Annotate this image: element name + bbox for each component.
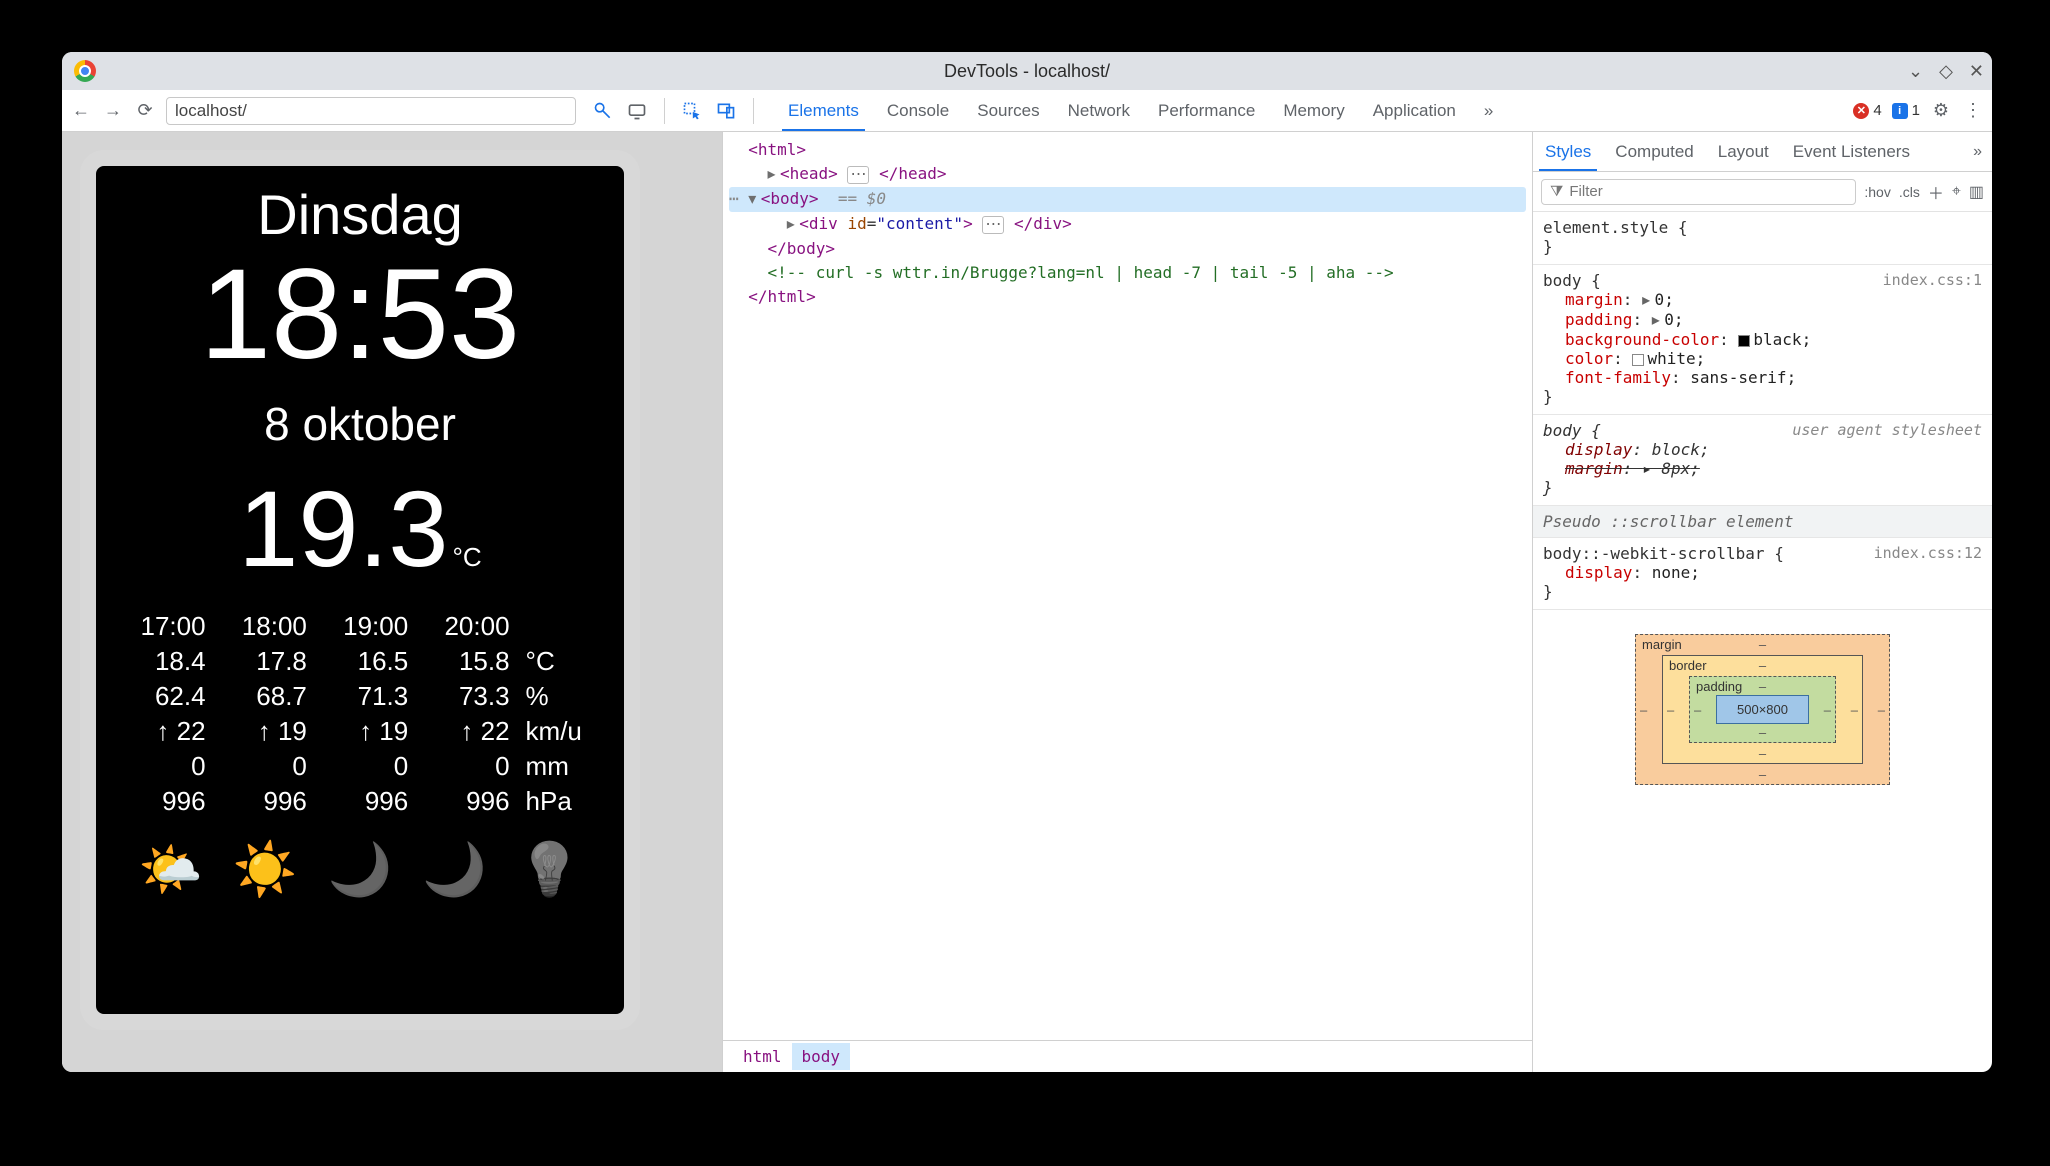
- styles-pane: Styles Computed Layout Event Listeners »…: [1532, 132, 1992, 1072]
- temp-unit: °C: [453, 542, 482, 572]
- error-badge[interactable]: ✕ 4: [1853, 102, 1881, 119]
- tab-application[interactable]: Application: [1359, 90, 1470, 131]
- device-toolbar-icon[interactable]: [715, 100, 737, 122]
- panel-layout-icon[interactable]: ▥: [1969, 182, 1984, 202]
- toggle-cls[interactable]: .cls: [1899, 184, 1920, 200]
- tab-console[interactable]: Console: [873, 90, 963, 131]
- forecast-table: 17:00 18:00 19:00 20:00 18.4 17.8 16.5 1…: [114, 609, 606, 819]
- sun-cloud-icon: 🌤️: [138, 839, 203, 900]
- dom-node[interactable]: <html>: [729, 138, 1526, 162]
- styles-tabs-overflow[interactable]: »: [1963, 143, 1992, 161]
- nav-back-icon[interactable]: ←: [70, 100, 92, 122]
- url-text: localhost/: [175, 101, 247, 121]
- rule-source[interactable]: index.css:1: [1883, 271, 1982, 289]
- filter-icon: ⧩: [1550, 183, 1563, 200]
- tab-memory[interactable]: Memory: [1269, 90, 1358, 131]
- device-frame: Dinsdag 18:53 8 oktober 19.3°C 17:00 18:…: [80, 150, 640, 1030]
- url-input[interactable]: localhost/: [166, 97, 576, 125]
- dom-node[interactable]: </body>: [729, 237, 1526, 261]
- stab-styles[interactable]: Styles: [1533, 132, 1603, 171]
- rule-source[interactable]: index.css:12: [1874, 544, 1982, 562]
- styles-tabs: Styles Computed Layout Event Listeners »: [1533, 132, 1992, 172]
- info-dot-icon: i: [1892, 103, 1908, 119]
- rule-element-style[interactable]: element.style { }: [1533, 212, 1992, 265]
- toggle-hov[interactable]: :hov: [1864, 184, 1890, 200]
- reload-icon[interactable]: ⟳: [134, 100, 156, 122]
- temp-value: 19.3: [238, 468, 448, 589]
- sun-icon: ☀️: [233, 839, 298, 900]
- titlebar: DevTools - localhost/ ⌄ ◇ ✕: [62, 52, 1992, 90]
- devtools-tabs: Elements Console Sources Network Perform…: [774, 90, 1507, 131]
- css-rules[interactable]: element.style { } index.css:1 body { mar…: [1533, 212, 1992, 1072]
- breadcrumb-html[interactable]: html: [733, 1043, 792, 1070]
- elements-tree-pane: <html> ▸ <head> ⋯ </head> ⋯ ▾ <body> == …: [722, 132, 1532, 1072]
- error-dot-icon: ✕: [1853, 103, 1869, 119]
- screencast-icon[interactable]: [626, 100, 648, 122]
- dom-comment[interactable]: <!-- curl -s wttr.in/Brugge?lang=nl | he…: [729, 261, 1526, 285]
- tab-performance[interactable]: Performance: [1144, 90, 1269, 131]
- dom-breadcrumb: htmlbody: [723, 1040, 1532, 1072]
- rule-body-ua[interactable]: user agent stylesheet body { display: bl…: [1533, 415, 1992, 506]
- kebab-menu-icon[interactable]: ⋮: [1962, 100, 1984, 122]
- stab-layout[interactable]: Layout: [1706, 132, 1781, 171]
- inspect-element-icon[interactable]: [681, 100, 703, 122]
- stab-event-listeners[interactable]: Event Listeners: [1781, 132, 1922, 171]
- dom-tree[interactable]: <html> ▸ <head> ⋯ </head> ⋯ ▾ <body> == …: [723, 132, 1532, 1040]
- weekday-label: Dinsdag: [257, 182, 462, 247]
- info-badge[interactable]: i 1: [1892, 102, 1920, 119]
- brush-icon[interactable]: ⌖: [1952, 183, 1961, 201]
- settings-icon[interactable]: ⚙: [1930, 100, 1952, 122]
- devtools-window: DevTools - localhost/ ⌄ ◇ ✕ ← → ⟳ localh…: [62, 52, 1992, 1072]
- nav-forward-icon[interactable]: →: [102, 100, 124, 122]
- moon-icon: 🌙: [422, 839, 487, 900]
- bulb-icon: 💡: [517, 839, 582, 900]
- tab-sources[interactable]: Sources: [963, 90, 1053, 131]
- error-count: 4: [1873, 102, 1881, 119]
- main-area: Dinsdag 18:53 8 oktober 19.3°C 17:00 18:…: [62, 132, 1992, 1072]
- rule-source: user agent stylesheet: [1792, 421, 1982, 439]
- dom-node[interactable]: ▸ <head> ⋯ </head>: [729, 162, 1526, 187]
- styles-filter-row: ⧩ Filter :hov .cls ＋ ⌖ ▥: [1533, 172, 1992, 212]
- moon-icon: 🌙: [328, 839, 393, 900]
- table-row: 17:00 18:00 19:00 20:00: [114, 609, 606, 644]
- tab-network[interactable]: Network: [1054, 90, 1144, 131]
- weather-icons-row: 🌤️ ☀️ 🌙 🌙 💡: [138, 839, 582, 900]
- breadcrumb-body[interactable]: body: [792, 1043, 851, 1070]
- rule-scrollbar[interactable]: index.css:12 body::-webkit-scrollbar { d…: [1533, 538, 1992, 610]
- pointer-icon[interactable]: [592, 100, 614, 122]
- new-rule-icon[interactable]: ＋: [1928, 180, 1944, 204]
- window-title: DevTools - localhost/: [62, 61, 1992, 82]
- table-row: 18.4 17.8 16.5 15.8 °C: [114, 644, 606, 679]
- table-row: ↑ 22 ↑ 19 ↑ 19 ↑ 22 km/u: [114, 714, 606, 749]
- box-model-content: 500×800: [1716, 695, 1809, 724]
- current-temp: 19.3°C: [238, 475, 481, 583]
- stab-computed[interactable]: Computed: [1603, 132, 1705, 171]
- date-label: 8 oktober: [264, 397, 456, 451]
- toolbar: ← → ⟳ localhost/ Elements Co: [62, 90, 1992, 132]
- time-label: 18:53: [200, 251, 520, 379]
- dom-node[interactable]: ▸ <div id="content"> ⋯ </div>: [729, 212, 1526, 237]
- table-row: 0 0 0 0 mm: [114, 749, 606, 784]
- tab-elements[interactable]: Elements: [774, 90, 873, 131]
- tabs-overflow[interactable]: »: [1470, 90, 1507, 131]
- info-count: 1: [1912, 102, 1920, 119]
- rendered-page-pane: Dinsdag 18:53 8 oktober 19.3°C 17:00 18:…: [62, 132, 722, 1072]
- table-row: 996 996 996 996 hPa: [114, 784, 606, 819]
- filter-placeholder: Filter: [1569, 183, 1602, 200]
- rule-body-author[interactable]: index.css:1 body { margin: ▸ 0; padding:…: [1533, 265, 1992, 415]
- styles-filter-input[interactable]: ⧩ Filter: [1541, 179, 1856, 205]
- dom-node[interactable]: </html>: [729, 285, 1526, 309]
- pseudo-scrollbar-header: Pseudo ::scrollbar element: [1533, 506, 1992, 538]
- box-model: margin –––– border –––– padding –––– 500…: [1533, 610, 1992, 809]
- dom-node-selected[interactable]: ⋯ ▾ <body> == $0: [729, 187, 1526, 212]
- table-row: 62.4 68.7 71.3 73.3 %: [114, 679, 606, 714]
